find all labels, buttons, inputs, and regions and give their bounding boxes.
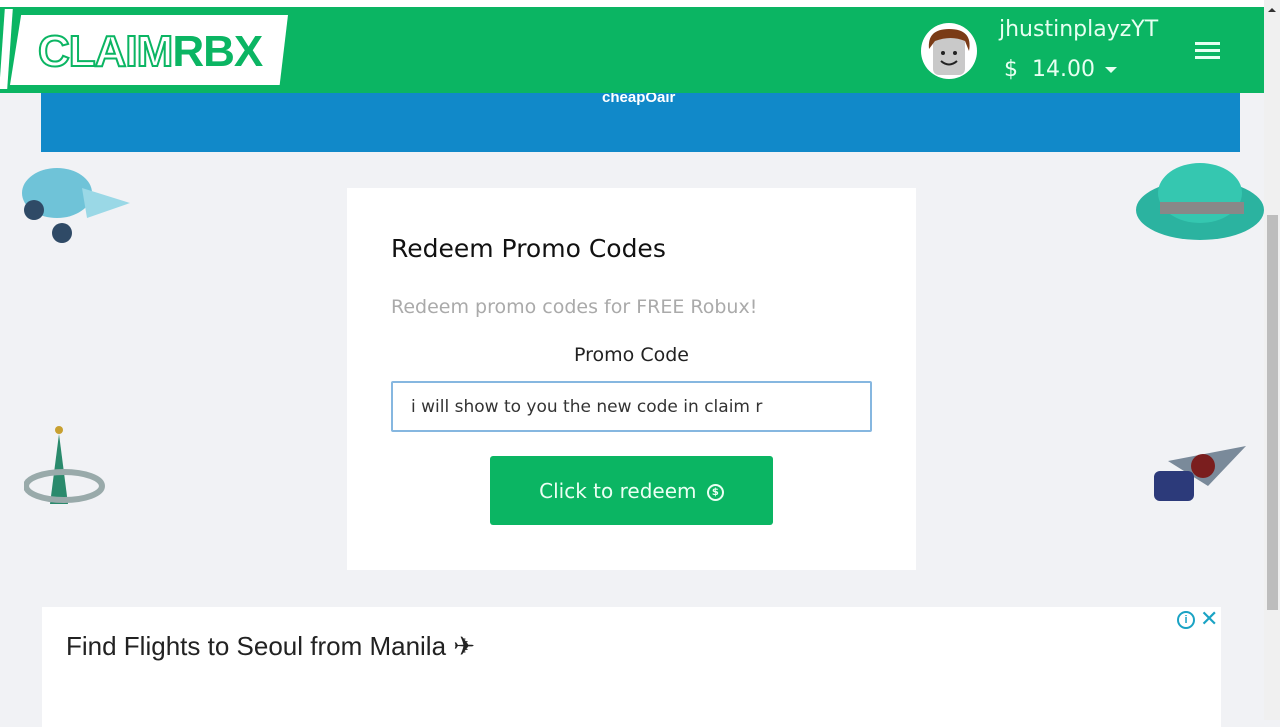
info-icon[interactable]: i (1177, 611, 1195, 629)
ad-banner[interactable]: cheapOair (41, 89, 1240, 152)
card-subtitle: Redeem promo codes for FREE Robux! (391, 296, 758, 318)
top-strip (0, 0, 1264, 7)
avatar-face-icon (928, 29, 970, 75)
ad-title[interactable]: Find Flights to Seoul from Manila ✈ (66, 631, 475, 662)
dark-wings-icon (1154, 446, 1246, 501)
promo-code-input[interactable] (391, 381, 872, 432)
card-title: Redeem Promo Codes (391, 234, 666, 263)
balance-dropdown[interactable]: $ 14.00 (1004, 57, 1117, 82)
redeem-card: Redeem Promo Codes Redeem promo codes fo… (347, 188, 916, 570)
logo-edge (0, 9, 13, 89)
scrollbar-thumb[interactable] (1267, 215, 1278, 610)
logo-text: CLAIMRBX (37, 26, 263, 77)
close-icon[interactable]: ✕ (1200, 607, 1218, 632)
ad-box[interactable]: Find Flights to Seoul from Manila ✈ i ✕ (42, 607, 1221, 727)
valkyrie-helm-icon (22, 168, 130, 243)
redeem-button-label: Click to redeem (539, 478, 697, 503)
avatar[interactable] (921, 23, 977, 79)
coin-icon: $ (706, 483, 724, 501)
crown-tree-icon (24, 426, 105, 504)
teal-fedora-icon (1136, 163, 1264, 240)
hamburger-menu-icon[interactable] (1195, 42, 1220, 60)
promo-code-label: Promo Code (574, 344, 689, 366)
username[interactable]: jhustinplayzYT (999, 17, 1158, 42)
caret-down-icon (1104, 67, 1117, 73)
scrollbar[interactable] (1264, 0, 1280, 720)
logo-part1: CLAIM (37, 26, 174, 77)
currency-symbol: $ (1004, 57, 1018, 82)
header: CLAIMRBX jhustinplayzYT $ 14.00 (0, 7, 1264, 93)
balance-value: 14.00 (1032, 57, 1095, 82)
logo-part2: RBX (172, 27, 263, 76)
scroll-up-arrow-icon[interactable] (1268, 8, 1276, 12)
logo[interactable]: CLAIMRBX (10, 15, 288, 85)
redeem-button[interactable]: Click to redeem $ (490, 456, 773, 525)
